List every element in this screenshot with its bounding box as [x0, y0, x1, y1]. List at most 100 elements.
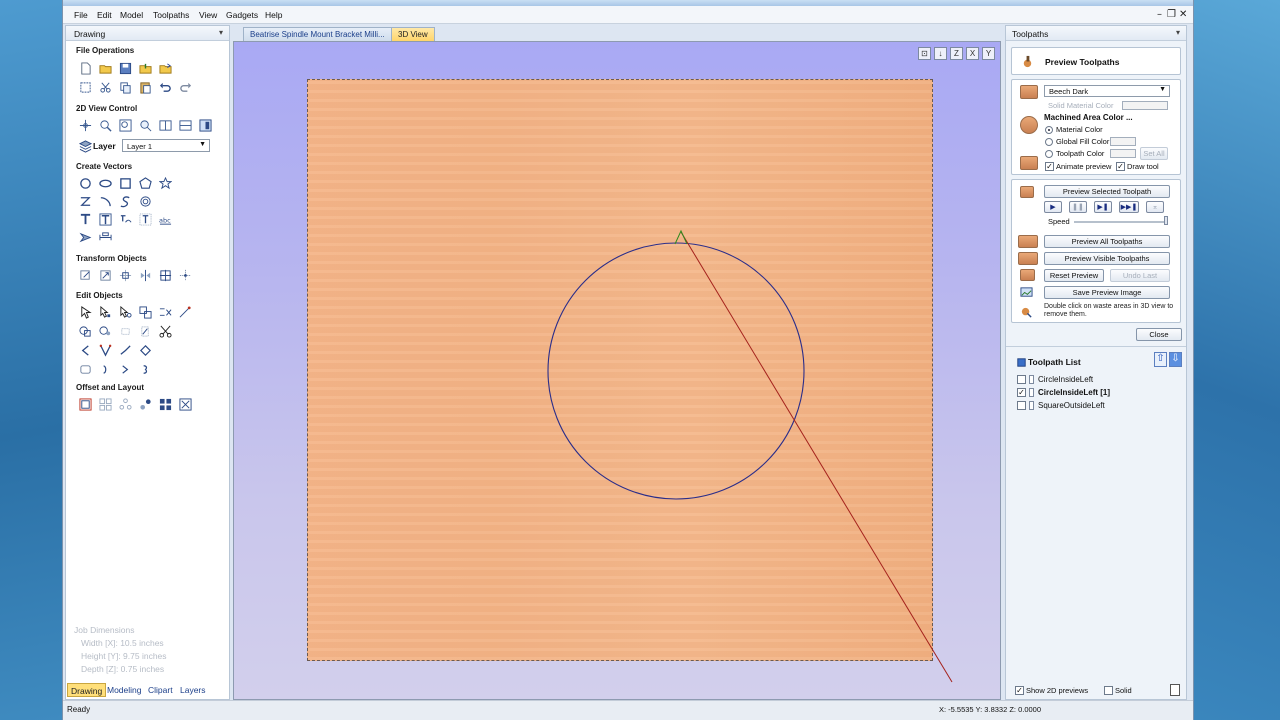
scale-icon[interactable] — [98, 268, 112, 282]
pause-button[interactable]: ❚❚ — [1069, 201, 1087, 213]
auto-layout-text-icon[interactable] — [98, 212, 112, 226]
menu-model[interactable]: Model — [120, 10, 143, 20]
toolpath-color-radio[interactable] — [1045, 150, 1053, 158]
tab-clipart[interactable]: Clipart — [145, 683, 176, 697]
material-color-radio[interactable] — [1045, 126, 1053, 134]
tab-3d-view[interactable]: 3D View — [391, 27, 435, 41]
set-all-button[interactable]: Set All — [1140, 147, 1168, 160]
text-arc-icon[interactable] — [138, 212, 152, 226]
pin-icon[interactable]: ▾ — [219, 28, 223, 37]
polyline-icon[interactable] — [78, 194, 92, 208]
menu-view[interactable]: View — [199, 10, 217, 20]
close-button[interactable]: Close — [1136, 328, 1182, 341]
array-copy-icon[interactable] — [98, 397, 112, 411]
play-button[interactable]: ▶ — [1044, 201, 1062, 213]
draw-ellipse-icon[interactable] — [98, 176, 112, 190]
preview-visible-toolpaths-button[interactable]: Preview Visible Toolpaths — [1044, 252, 1170, 265]
draw-tool-checkbox[interactable]: ✓ — [1116, 162, 1125, 171]
tab-drawing[interactable]: Drawing — [67, 683, 107, 697]
move-down-arrow-icon[interactable]: ⇩ — [1169, 352, 1182, 367]
draw-rectangle-icon[interactable] — [118, 176, 132, 190]
extend-icon[interactable] — [118, 343, 132, 357]
undo-last-button[interactable]: Undo Last — [1110, 269, 1170, 282]
minimize-button[interactable]: – — [1157, 9, 1162, 20]
global-fill-color-swatch[interactable] — [1110, 137, 1136, 146]
toolpath-checkbox-2[interactable]: ✓ — [1017, 388, 1026, 397]
global-fill-color-radio[interactable] — [1045, 138, 1053, 146]
job-setup-icon[interactable] — [78, 80, 92, 94]
chamfer-icon[interactable] — [98, 343, 112, 357]
copy-icon[interactable] — [118, 80, 132, 94]
fillet-icon[interactable] — [78, 343, 92, 357]
subtract-icon[interactable] — [98, 324, 112, 338]
nesting-icon[interactable] — [138, 397, 152, 411]
set-size-icon[interactable] — [178, 268, 192, 282]
circular-array-icon[interactable] — [118, 397, 132, 411]
curve-icon[interactable] — [118, 194, 132, 208]
zoom-icon[interactable] — [98, 118, 112, 132]
trim-icon[interactable] — [158, 305, 172, 319]
draw-star-icon[interactable] — [158, 176, 172, 190]
offset-icon[interactable] — [78, 397, 92, 411]
dimension-tool-icon[interactable] — [98, 230, 112, 244]
reverse-icon[interactable] — [138, 362, 152, 376]
toolpath-item-1[interactable]: CircleInsideLeft — [1038, 375, 1093, 384]
dimension-icon[interactable]: abc — [158, 212, 172, 226]
grid-layout-icon[interactable] — [158, 397, 172, 411]
preview-all-toolpaths-button[interactable]: Preview All Toolpaths — [1044, 235, 1170, 248]
toolpath-checkbox-3[interactable] — [1017, 401, 1026, 410]
solid-material-color-swatch[interactable] — [1122, 101, 1168, 110]
new-file-icon[interactable] — [78, 61, 92, 75]
transform-select-icon[interactable] — [138, 305, 152, 319]
paste-icon[interactable] — [138, 80, 152, 94]
toggle-view-icon[interactable] — [198, 118, 212, 132]
redo-icon[interactable] — [178, 80, 192, 94]
tab-layers[interactable]: Layers — [177, 683, 209, 697]
animate-preview-checkbox[interactable]: ✓ — [1045, 162, 1054, 171]
select-pointer-icon[interactable] — [78, 305, 92, 319]
menu-toolpaths[interactable]: Toolpaths — [153, 10, 189, 20]
measure-icon[interactable] — [178, 305, 192, 319]
material-select[interactable]: Beech Dark ▼ — [1044, 85, 1170, 97]
show-2d-previews-checkbox[interactable]: ✓ — [1015, 686, 1024, 695]
skip-to-end-button[interactable]: ▶▶❚ — [1119, 201, 1139, 213]
scissors-icon[interactable] — [158, 324, 172, 338]
weld-icon[interactable] — [78, 324, 92, 338]
pan-icon[interactable] — [78, 118, 92, 132]
draw-circle-icon[interactable] — [78, 176, 92, 190]
move-icon[interactable] — [78, 268, 92, 282]
import-folder-icon[interactable] — [138, 61, 152, 75]
smooth-icon[interactable] — [78, 362, 92, 376]
align-icon[interactable] — [158, 268, 172, 282]
preview-selected-toolpath-button[interactable]: Preview Selected Toolpath — [1044, 185, 1170, 198]
diamond-icon[interactable] — [138, 343, 152, 357]
spiral-icon[interactable] — [138, 194, 152, 208]
zoom-box-icon[interactable] — [138, 118, 152, 132]
mirror-icon[interactable] — [138, 268, 152, 282]
auto-nest-icon[interactable] — [178, 397, 192, 411]
save-preview-image-button[interactable]: Save Preview Image — [1044, 286, 1170, 299]
undo-icon[interactable] — [158, 80, 172, 94]
stop-button[interactable]: ⌅ — [1146, 201, 1164, 213]
zoom-all-icon[interactable] — [118, 118, 132, 132]
step-button[interactable]: ▶❚ — [1094, 201, 1112, 213]
restore-button[interactable]: ❐ — [1167, 9, 1176, 20]
horizontal-view-icon[interactable] — [178, 118, 192, 132]
move-up-arrow-icon[interactable]: ⇧ — [1154, 352, 1167, 367]
toolpath-checkbox-1[interactable] — [1017, 375, 1026, 384]
save-icon[interactable] — [118, 61, 132, 75]
menu-file[interactable]: File — [74, 10, 88, 20]
pin-icon[interactable]: ▾ — [1176, 28, 1180, 37]
tab-modeling[interactable]: Modeling — [104, 683, 145, 697]
speed-slider[interactable] — [1074, 221, 1166, 223]
menu-edit[interactable]: Edit — [97, 10, 112, 20]
join-icon[interactable] — [98, 362, 112, 376]
close-vector-icon[interactable] — [118, 362, 132, 376]
interactive-select-icon[interactable] — [118, 305, 132, 319]
menu-help[interactable]: Help — [265, 10, 282, 20]
toolpath-item-3[interactable]: SquareOutsideLeft — [1038, 401, 1105, 410]
split-view-icon[interactable] — [158, 118, 172, 132]
toggle-panel-icon[interactable] — [1170, 684, 1180, 696]
toolpath-item-2[interactable]: CircleInsideLeft [1] — [1038, 388, 1110, 397]
speed-slider-thumb[interactable] — [1164, 216, 1168, 225]
